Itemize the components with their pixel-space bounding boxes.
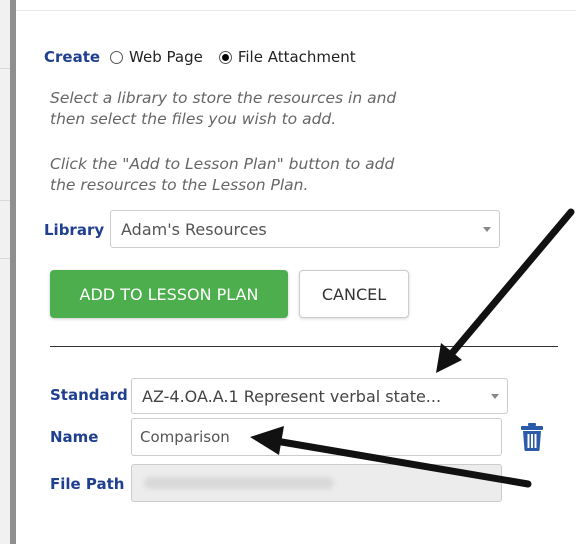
annotation-arrow [266,436,532,488]
annotation-arrows [250,208,575,488]
arrowhead-icon [250,426,284,455]
annotation-arrow [444,208,575,362]
